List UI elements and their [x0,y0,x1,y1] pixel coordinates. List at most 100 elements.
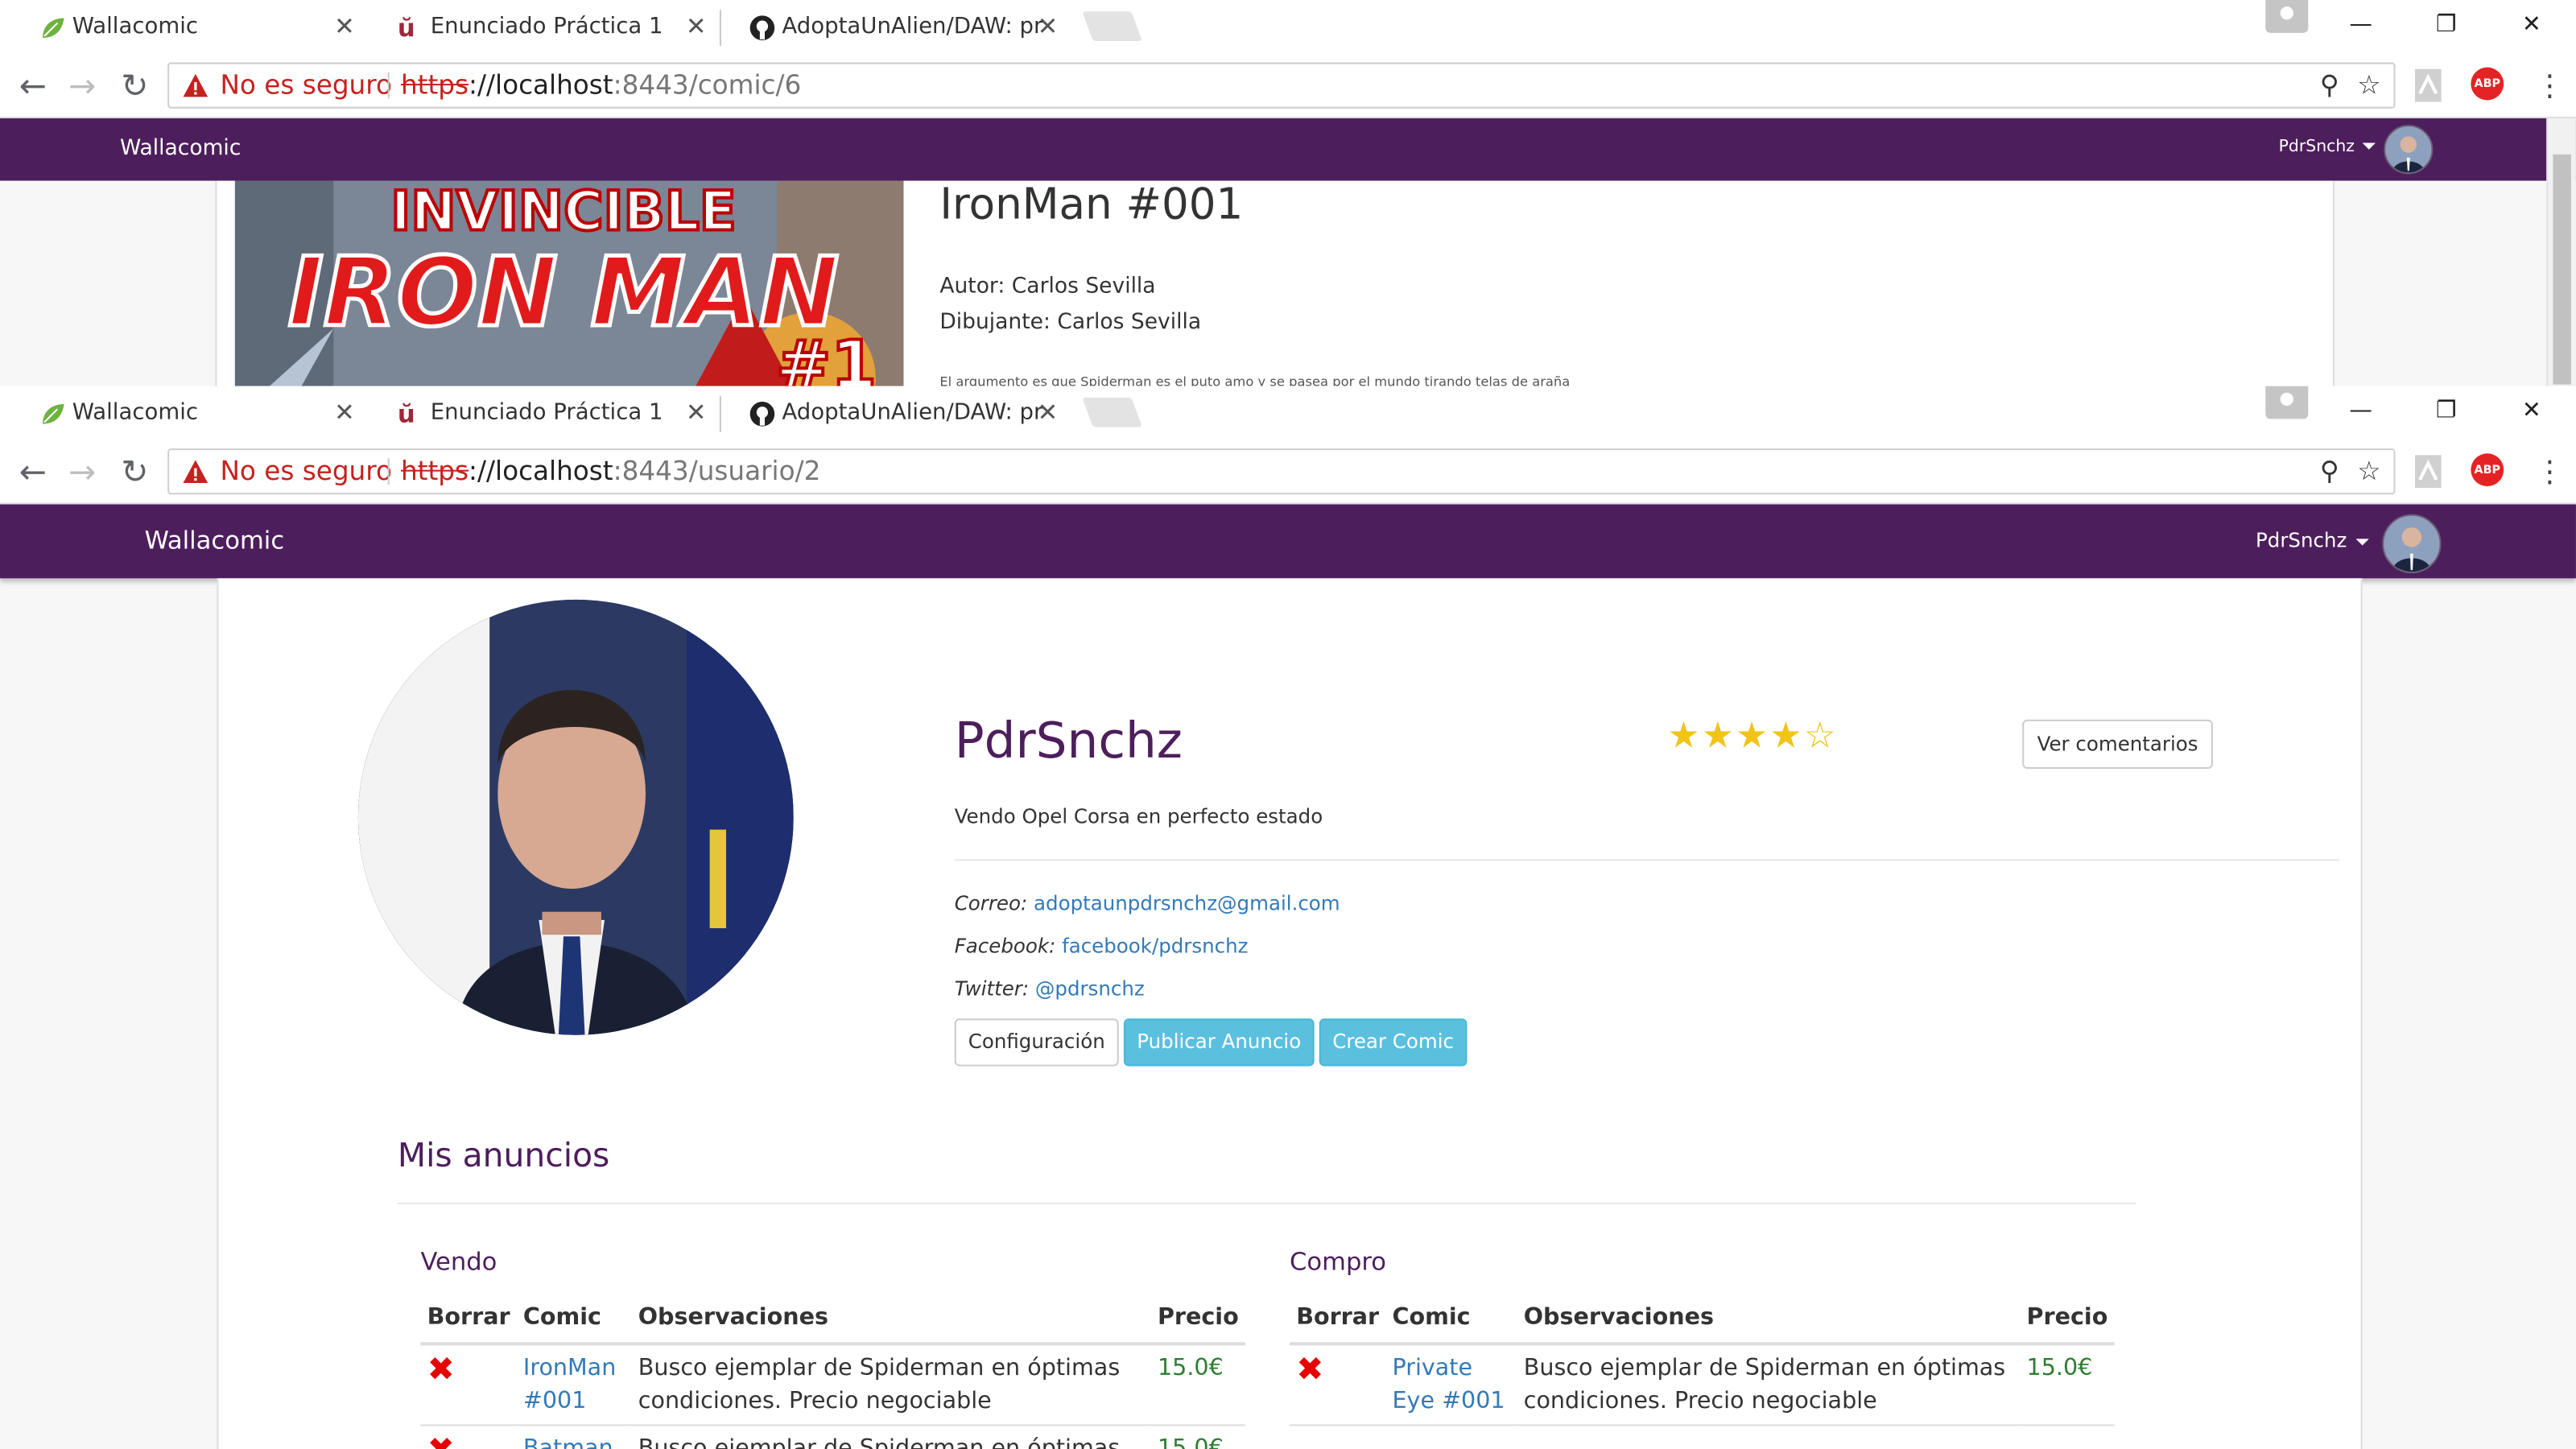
comic-link[interactable]: IronMan #001 [523,1356,616,1414]
warning-icon [183,73,208,97]
omnibox-divider [387,458,390,485]
divider [397,1202,2136,1204]
forward-arrow-icon[interactable]: → [59,442,105,503]
menu-kebab-icon[interactable]: ⋮ [2535,442,2565,503]
tab-github[interactable]: AdoptaUnAlien/DAW: pr ✕ [710,0,1075,54]
user-dropdown[interactable]: PdrSnchz [2279,138,2376,156]
brand-link[interactable]: Wallacomic [145,526,285,555]
pdf-extension-icon[interactable] [2412,68,2445,104]
security-label[interactable]: No es seguro [220,450,391,493]
close-tab-icon[interactable]: ✕ [334,0,355,54]
user-avatar[interactable] [2382,514,2442,574]
avatar-portrait-icon [2385,126,2432,173]
github-favicon-icon [749,401,775,427]
security-label[interactable]: No es seguro [220,64,391,107]
price-cell: 15.0€ [2026,1355,2093,1382]
close-window-button[interactable]: ✕ [2494,0,2570,49]
close-tab-icon[interactable]: ✕ [1038,386,1059,440]
browser-toolbar: ← → ↻ No es seguro https://localhost:844… [0,441,2576,505]
avatar-portrait-icon [2384,515,2440,572]
tab-enunciado[interactable]: ŭ Enunciado Práctica 1 ✕ [358,386,723,440]
forward-arrow-icon[interactable]: → [59,56,105,117]
delete-x-icon[interactable]: ✖ [427,1429,455,1449]
zoom-icon[interactable]: ⚲ [2311,453,2347,489]
close-tab-icon[interactable]: ✕ [1038,0,1059,54]
scrollbar-thumb[interactable] [2553,154,2571,385]
delete-x-icon[interactable]: ✖ [427,1348,455,1388]
buy-table: Borrar Comic Observaciones Precio ✖ Priv… [1290,1293,2115,1426]
comic-title: IronMan #001 [939,180,1244,230]
tab-enunciado[interactable]: ŭ Enunciado Práctica 1 ✕ [358,0,723,54]
email-label: Correo: [954,892,1028,915]
bookmark-star-icon[interactable]: ☆ [2351,68,2387,104]
omnibox-divider [387,72,390,99]
tab-label: Wallacomic [72,13,199,39]
create-comic-button[interactable]: Crear Comic [1319,1018,1468,1067]
col-comic: Comic [516,1293,632,1346]
tab-wallacomic[interactable]: Wallacomic ✕ [0,0,372,55]
bookmark-star-icon[interactable]: ☆ [2351,453,2387,489]
publish-ad-button[interactable]: Publicar Anuncio [1123,1018,1315,1067]
browser-window-profile: Wallacomic ✕ ŭ Enunciado Práctica 1 ✕ Ad… [0,386,2576,1449]
artist-label: Dibujante: [939,310,1051,336]
profile-icon[interactable] [2265,0,2309,33]
col-price: Precio [2020,1293,2115,1346]
zoom-icon[interactable]: ⚲ [2311,68,2347,104]
restore-button[interactable]: ❐ [2409,386,2484,436]
address-bar[interactable]: No es seguro https://localhost:8443/usua… [167,448,2396,495]
page-scrollbar[interactable] [2546,118,2576,388]
new-tab-button[interactable] [1082,11,1142,42]
minimize-button[interactable]: — [2323,0,2399,49]
email-link[interactable]: adoptaunpdrsnchz@gmail.com [1034,892,1340,915]
reload-icon[interactable]: ↻ [112,442,158,503]
my-ads-heading: Mis anuncios [397,1135,610,1175]
delete-x-icon[interactable]: ✖ [1296,1348,1323,1388]
user-avatar[interactable] [2384,125,2434,175]
view-comments-button[interactable]: Ver comentarios [2022,719,2213,770]
pdf-extension-icon[interactable] [2412,453,2445,489]
back-arrow-icon[interactable]: ← [10,56,56,117]
table-row: ✖ IronMan #001 Busco ejemplar de Spiderm… [420,1344,1245,1426]
adblock-plus-icon[interactable]: ABP [2471,453,2504,487]
user-dropdown[interactable]: PdrSnchz [2256,529,2368,552]
facebook-link[interactable]: facebook/pdrsnchz [1062,935,1248,958]
comic-author: Autor: Carlos Sevilla [939,275,1155,299]
price-cell: 15.0€ [1157,1435,1224,1449]
url-host: localhost [495,68,613,101]
reload-icon[interactable]: ↻ [112,56,158,117]
tab-wallacomic[interactable]: Wallacomic ✕ [0,386,372,440]
minimize-button[interactable]: — [2323,386,2399,436]
comic-artist: Dibujante: Carlos Sevilla [939,311,1201,336]
col-notes: Observaciones [631,1293,1151,1346]
table-row: ✖ Private Eye #001 Busco ejemplar de Spi… [1290,1344,2115,1426]
url-text: https://localhost:8443/comic/6 [401,64,801,107]
twitter-label: Twitter: [954,977,1030,1001]
close-tab-icon[interactable]: ✕ [686,386,707,440]
tab-github[interactable]: AdoptaUnAlien/DAW: pr ✕ [710,386,1075,440]
user-name: PdrSnchz [2256,529,2347,552]
brand-link[interactable]: Wallacomic [120,136,241,161]
table-row: ✖ Batman Busco ejemplar de Spiderman en … [420,1425,1245,1449]
contact-facebook: Facebook: facebook/pdrsnchz [955,935,1249,958]
iron-man-cover-art: INVINCIBLE IRON MAN #1 [234,180,904,388]
settings-button[interactable]: Configuración [954,1018,1119,1067]
close-tab-icon[interactable]: ✕ [686,0,707,54]
browser-window-comic: Wallacomic ✕ ŭ Enunciado Práctica 1 ✕ Ad… [0,0,2576,388]
warning-icon [183,460,208,483]
profile-icon[interactable] [2265,386,2309,419]
comic-link[interactable]: Batman [523,1436,613,1449]
menu-kebab-icon[interactable]: ⋮ [2535,56,2565,117]
back-arrow-icon[interactable]: ← [10,442,56,503]
artist-value: Carlos Sevilla [1057,310,1202,336]
notes-cell: Busco ejemplar de Spiderman en óptimas c… [1517,1344,2021,1426]
close-window-button[interactable]: ✕ [2494,386,2570,436]
twitter-link[interactable]: @pdrsnchz [1035,977,1145,1001]
close-tab-icon[interactable]: ✕ [334,386,355,440]
restore-button[interactable]: ❐ [2409,0,2484,49]
cover-title-line2: IRON MAN [288,237,839,348]
address-bar[interactable]: No es seguro https://localhost:8443/comi… [167,62,2396,109]
adblock-plus-icon[interactable]: ABP [2471,67,2504,101]
new-tab-button[interactable] [1082,397,1142,427]
profile-bio: Vendo Opel Corsa en perfecto estado [954,804,1323,828]
comic-link[interactable]: Private Eye #001 [1392,1356,1505,1414]
